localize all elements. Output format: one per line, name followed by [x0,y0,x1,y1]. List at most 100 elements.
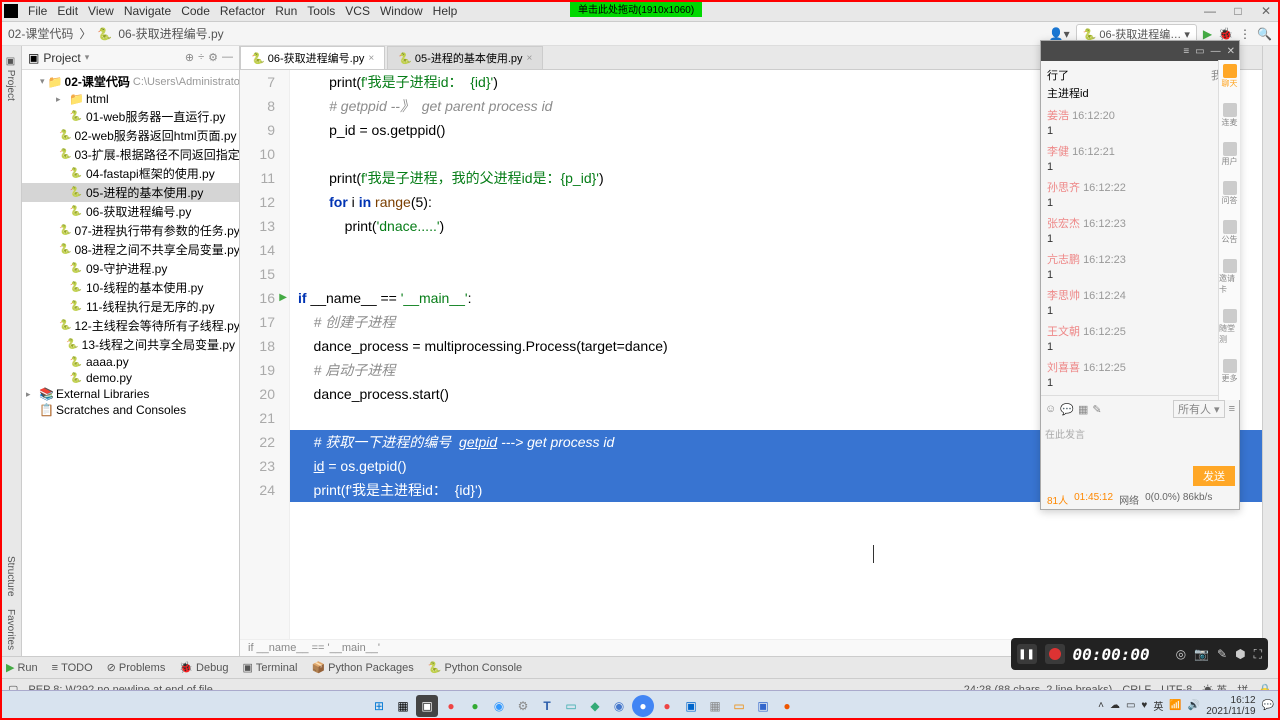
tree-item[interactable]: 🐍08-进程之间不共享全局变量.py [22,240,239,259]
chat-pin-icon[interactable]: ▭ [1195,46,1204,57]
tag-icon[interactable]: ⬢ [1235,647,1245,661]
collapse-icon[interactable]: ÷ [198,51,204,64]
run-button[interactable]: ▶ [1203,27,1212,41]
tree-item[interactable]: 🐍13-线程之间共享全局变量.py [22,335,239,354]
tree-item[interactable]: 🐍03-扩展-根据路径不同返回指定页面 [22,145,239,164]
taskbar-app[interactable]: ▭ [560,695,582,717]
chat-side-tab[interactable]: 聊天 [1222,64,1238,89]
debug-tab[interactable]: 🐞 Debug [179,661,228,674]
chat-input[interactable]: 在此发言 [1041,422,1239,462]
expand-icon[interactable]: ⛶ [1254,647,1262,662]
tray-wifi[interactable]: 📶 [1169,700,1181,711]
gutter[interactable]: 78910111213141516▶1718192021222324 [240,70,290,639]
chat-messages[interactable]: 行了我是 主进程id 姜浩 16:12:201李健 16:12:211孙思齐 1… [1041,61,1239,395]
more-run-button[interactable]: ⋮ [1239,27,1251,41]
breadcrumb-project[interactable]: 02-课堂代码 [8,25,73,42]
chat-side-tab[interactable]: 邀请卡 [1219,259,1240,295]
tree-item[interactable]: 🐍04-fastapi框架的使用.py [22,164,239,183]
taskbar-app[interactable]: T [536,695,558,717]
record-button[interactable] [1045,644,1065,664]
taskbar-app[interactable]: ▦ [392,695,414,717]
python-packages-tab[interactable]: 📦 Python Packages [311,661,413,674]
tree-item[interactable]: 🐍07-进程执行带有参数的任务.py [22,221,239,240]
taskbar-app[interactable]: ▣ [752,695,774,717]
tree-item[interactable]: 🐍05-进程的基本使用.py [22,183,239,202]
start-button[interactable]: ⊞ [368,695,390,717]
menu-edit[interactable]: Edit [57,4,78,18]
maximize-button[interactable]: □ [1228,4,1248,18]
taskbar-app[interactable]: ◉ [488,695,510,717]
tree-item[interactable]: 🐍aaaa.py [22,354,239,370]
tree-item[interactable]: 🐍01-web服务器一直运行.py [22,107,239,126]
minimize-button[interactable]: — [1200,4,1220,18]
pen-icon[interactable]: ✎ [1217,647,1227,661]
taskbar-app[interactable]: ▦ [704,695,726,717]
emoji-icon[interactable]: ☺ [1045,403,1056,415]
history-icon[interactable]: ≡ [1229,403,1235,415]
tray-icon[interactable]: ▭ [1126,700,1135,711]
menu-navigate[interactable]: Navigate [124,4,171,18]
user-icon[interactable]: 👤▾ [1049,27,1070,41]
project-title[interactable]: Project [43,51,80,65]
tree-item[interactable]: 🐍09-守护进程.py [22,259,239,278]
menu-refactor[interactable]: Refactor [220,4,265,18]
settings-icon[interactable]: ⚙ [208,51,218,64]
tree-item[interactable]: 🐍11-线程执行是无序的.py [22,297,239,316]
screenshot-icon[interactable]: 📷 [1194,647,1209,661]
close-tab-icon[interactable]: × [368,53,374,64]
python-console-tab[interactable]: 🐍 Python Console [428,661,522,674]
chat-titlebar[interactable]: ≡ ▭ — ✕ [1041,41,1239,61]
font-icon[interactable]: ✎ [1092,403,1101,416]
image-icon[interactable]: ▦ [1078,403,1088,416]
chat-min-icon[interactable]: — [1211,46,1221,57]
scratches[interactable]: 📋Scratches and Consoles [22,402,239,418]
menu-tools[interactable]: Tools [307,4,335,18]
debug-button[interactable]: 🐞 [1218,27,1233,41]
taskbar-app[interactable]: ● [440,695,462,717]
chat-menu-icon[interactable]: ≡ [1183,46,1189,57]
pause-button[interactable]: ❚❚ [1017,644,1037,664]
taskbar-app[interactable]: ⚙ [512,695,534,717]
favorites-tab[interactable]: Favorites [3,603,18,656]
chat-side-tab[interactable]: 更多 [1222,359,1238,384]
tray-ime[interactable]: 英 [1153,698,1163,713]
system-tray[interactable]: ˄ ☁ ▭ ♥ 英 📶 🔊 16:12 2021/11/19 💬 [1098,695,1274,717]
tree-item[interactable]: 🐍12-主线程会等待所有子线程.py [22,316,239,335]
terminal-tab[interactable]: ▣ Terminal [242,661,297,674]
chat-side-tab[interactable]: 用户 [1222,142,1238,167]
chat-side-tab[interactable]: 连麦 [1222,103,1238,128]
menu-file[interactable]: File [28,4,47,18]
tray-icon[interactable]: ☁ [1110,700,1120,711]
taskbar-app[interactable]: ◆ [584,695,606,717]
taskbar-app[interactable]: ● [464,695,486,717]
taskbar-app[interactable]: ● [656,695,678,717]
breadcrumb-file[interactable]: 06-获取进程编号.py [118,25,223,42]
taskbar-app[interactable]: ● [776,695,798,717]
expand-icon[interactable]: ⊕ [185,51,194,64]
chat-side-tab[interactable]: 公告 [1222,220,1238,245]
tree-item[interactable]: 🐍10-线程的基本使用.py [22,278,239,297]
tray-chevron[interactable]: ˄ [1098,700,1104,711]
tray-notifications[interactable]: 💬 [1262,700,1274,711]
close-tab-icon[interactable]: × [527,53,533,64]
windows-taskbar[interactable]: ⊞ ▦ ▣ ● ● ◉ ⚙ T ▭ ◆ ◉ ● ● ▣ ▦ ▭ ▣ ● ˄ ☁ … [0,690,1280,720]
menu-view[interactable]: View [88,4,114,18]
tree-item[interactable]: 🐍demo.py [22,370,239,386]
chat2-icon[interactable]: 💬 [1060,403,1074,416]
chat-side-tab[interactable]: 问答 [1222,181,1238,206]
tray-icon[interactable]: ♥ [1141,700,1147,711]
screen-recorder[interactable]: ❚❚ 00:00:00 ◎ 📷 ✎ ⬢ ⛶ [1011,638,1268,670]
chat-close-icon[interactable]: ✕ [1227,46,1235,57]
menu-code[interactable]: Code [181,4,210,18]
taskbar-app[interactable]: ▣ [416,695,438,717]
project-tab[interactable]: ▣ Project [3,50,18,107]
menu-help[interactable]: Help [433,4,458,18]
tray-volume[interactable]: 🔊 [1188,700,1200,711]
tree-item[interactable]: ▸📁html [22,91,239,107]
menu-run[interactable]: Run [275,4,297,18]
search-icon[interactable]: 🔍 [1257,27,1272,41]
taskbar-app[interactable]: ▣ [680,695,702,717]
camera-icon[interactable]: ◎ [1176,647,1186,661]
structure-tab[interactable]: Structure [3,550,18,603]
tree-item[interactable]: 🐍02-web服务器返回html页面.py [22,126,239,145]
